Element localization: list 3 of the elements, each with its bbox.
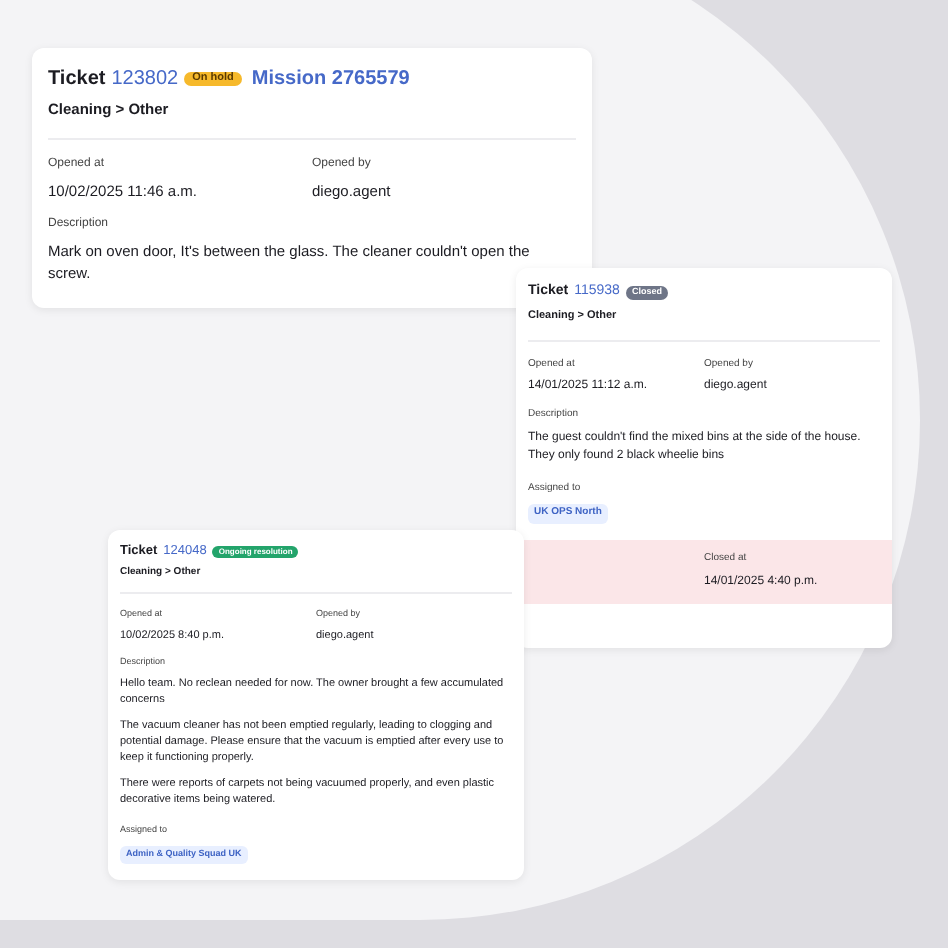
mission-link[interactable]: Mission 2765579 (251, 64, 410, 94)
ticket-label: Ticket (48, 66, 106, 94)
ticket-number-link[interactable]: 123802 (111, 64, 179, 94)
